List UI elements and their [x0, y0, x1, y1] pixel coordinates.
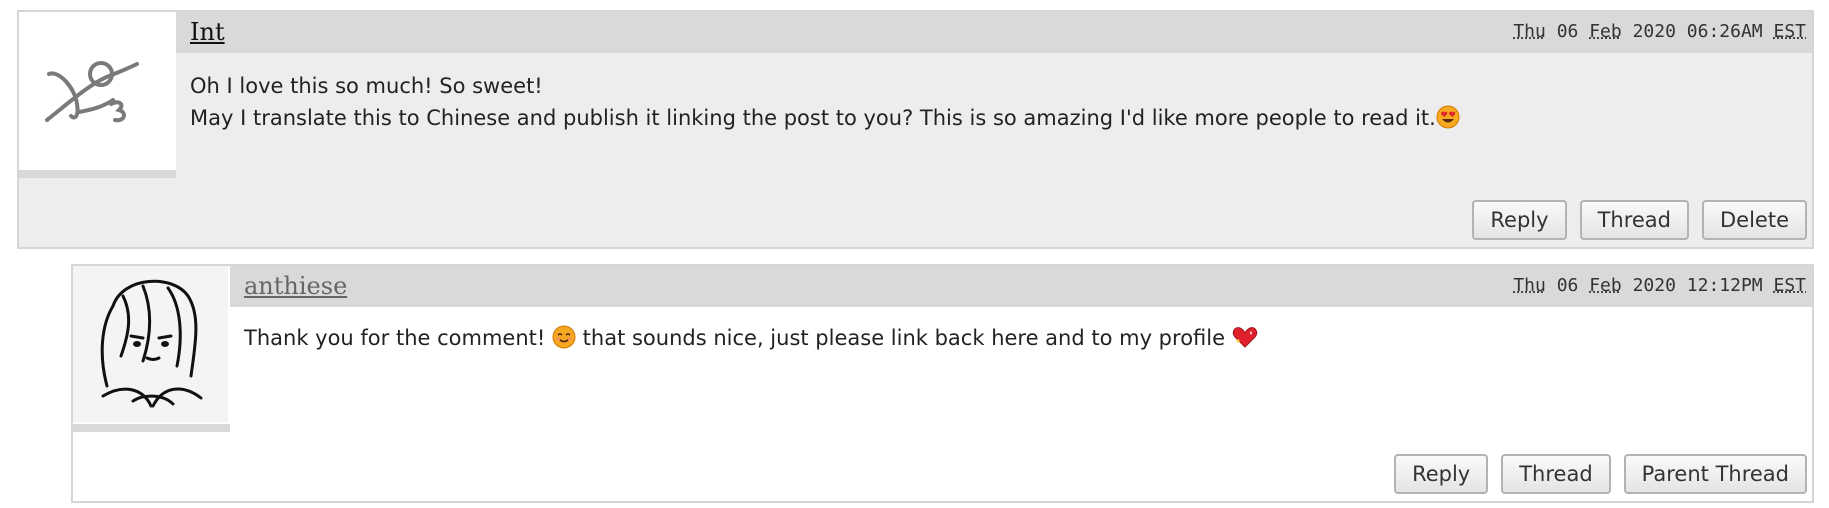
comment-line: May I translate this to Chinese and publ…: [190, 102, 1792, 138]
delete-button[interactable]: Delete: [1702, 200, 1807, 240]
heart-eyes-emoji-icon: [1436, 105, 1460, 138]
avatar[interactable]: [19, 12, 176, 178]
comment-header: Int Thu 06 Feb 2020 06:26AM EST: [176, 12, 1812, 53]
comment-actions: Reply Thread Delete: [1472, 200, 1807, 240]
comment-timestamp: Thu 06 Feb 2020 12:12PM EST: [1513, 275, 1806, 296]
comment-actions: Reply Thread Parent Thread: [1394, 454, 1807, 494]
comment-header: anthiese Thu 06 Feb 2020 12:12PM EST: [230, 266, 1812, 307]
sparkling-heart-emoji-icon: [1232, 325, 1258, 358]
comment-reply: anthiese Thu 06 Feb 2020 12:12PM EST Tha…: [71, 264, 1814, 503]
comment-timestamp: Thu 06 Feb 2020 06:26AM EST: [1513, 21, 1806, 42]
username-link[interactable]: anthiese: [244, 272, 347, 300]
smiling-face-emoji-icon: [552, 325, 576, 358]
comment-body: Thank you for the comment! that sounds n…: [244, 322, 1792, 358]
username-link[interactable]: Int: [190, 18, 225, 46]
thread-button[interactable]: Thread: [1501, 454, 1611, 494]
reply-button[interactable]: Reply: [1472, 200, 1567, 240]
comment: Int Thu 06 Feb 2020 06:26AM EST Oh I lov…: [17, 10, 1814, 249]
user-avatar-drawing-icon: [73, 266, 228, 422]
default-userpic-icon: [45, 61, 139, 123]
comment-line: Oh I love this so much! So sweet!: [190, 74, 543, 98]
comment-body: Oh I love this so much! So sweet! May I …: [190, 70, 1792, 138]
avatar[interactable]: [73, 266, 230, 432]
thread-button[interactable]: Thread: [1579, 200, 1689, 240]
parent-thread-button[interactable]: Parent Thread: [1623, 454, 1807, 494]
reply-button[interactable]: Reply: [1394, 454, 1489, 494]
